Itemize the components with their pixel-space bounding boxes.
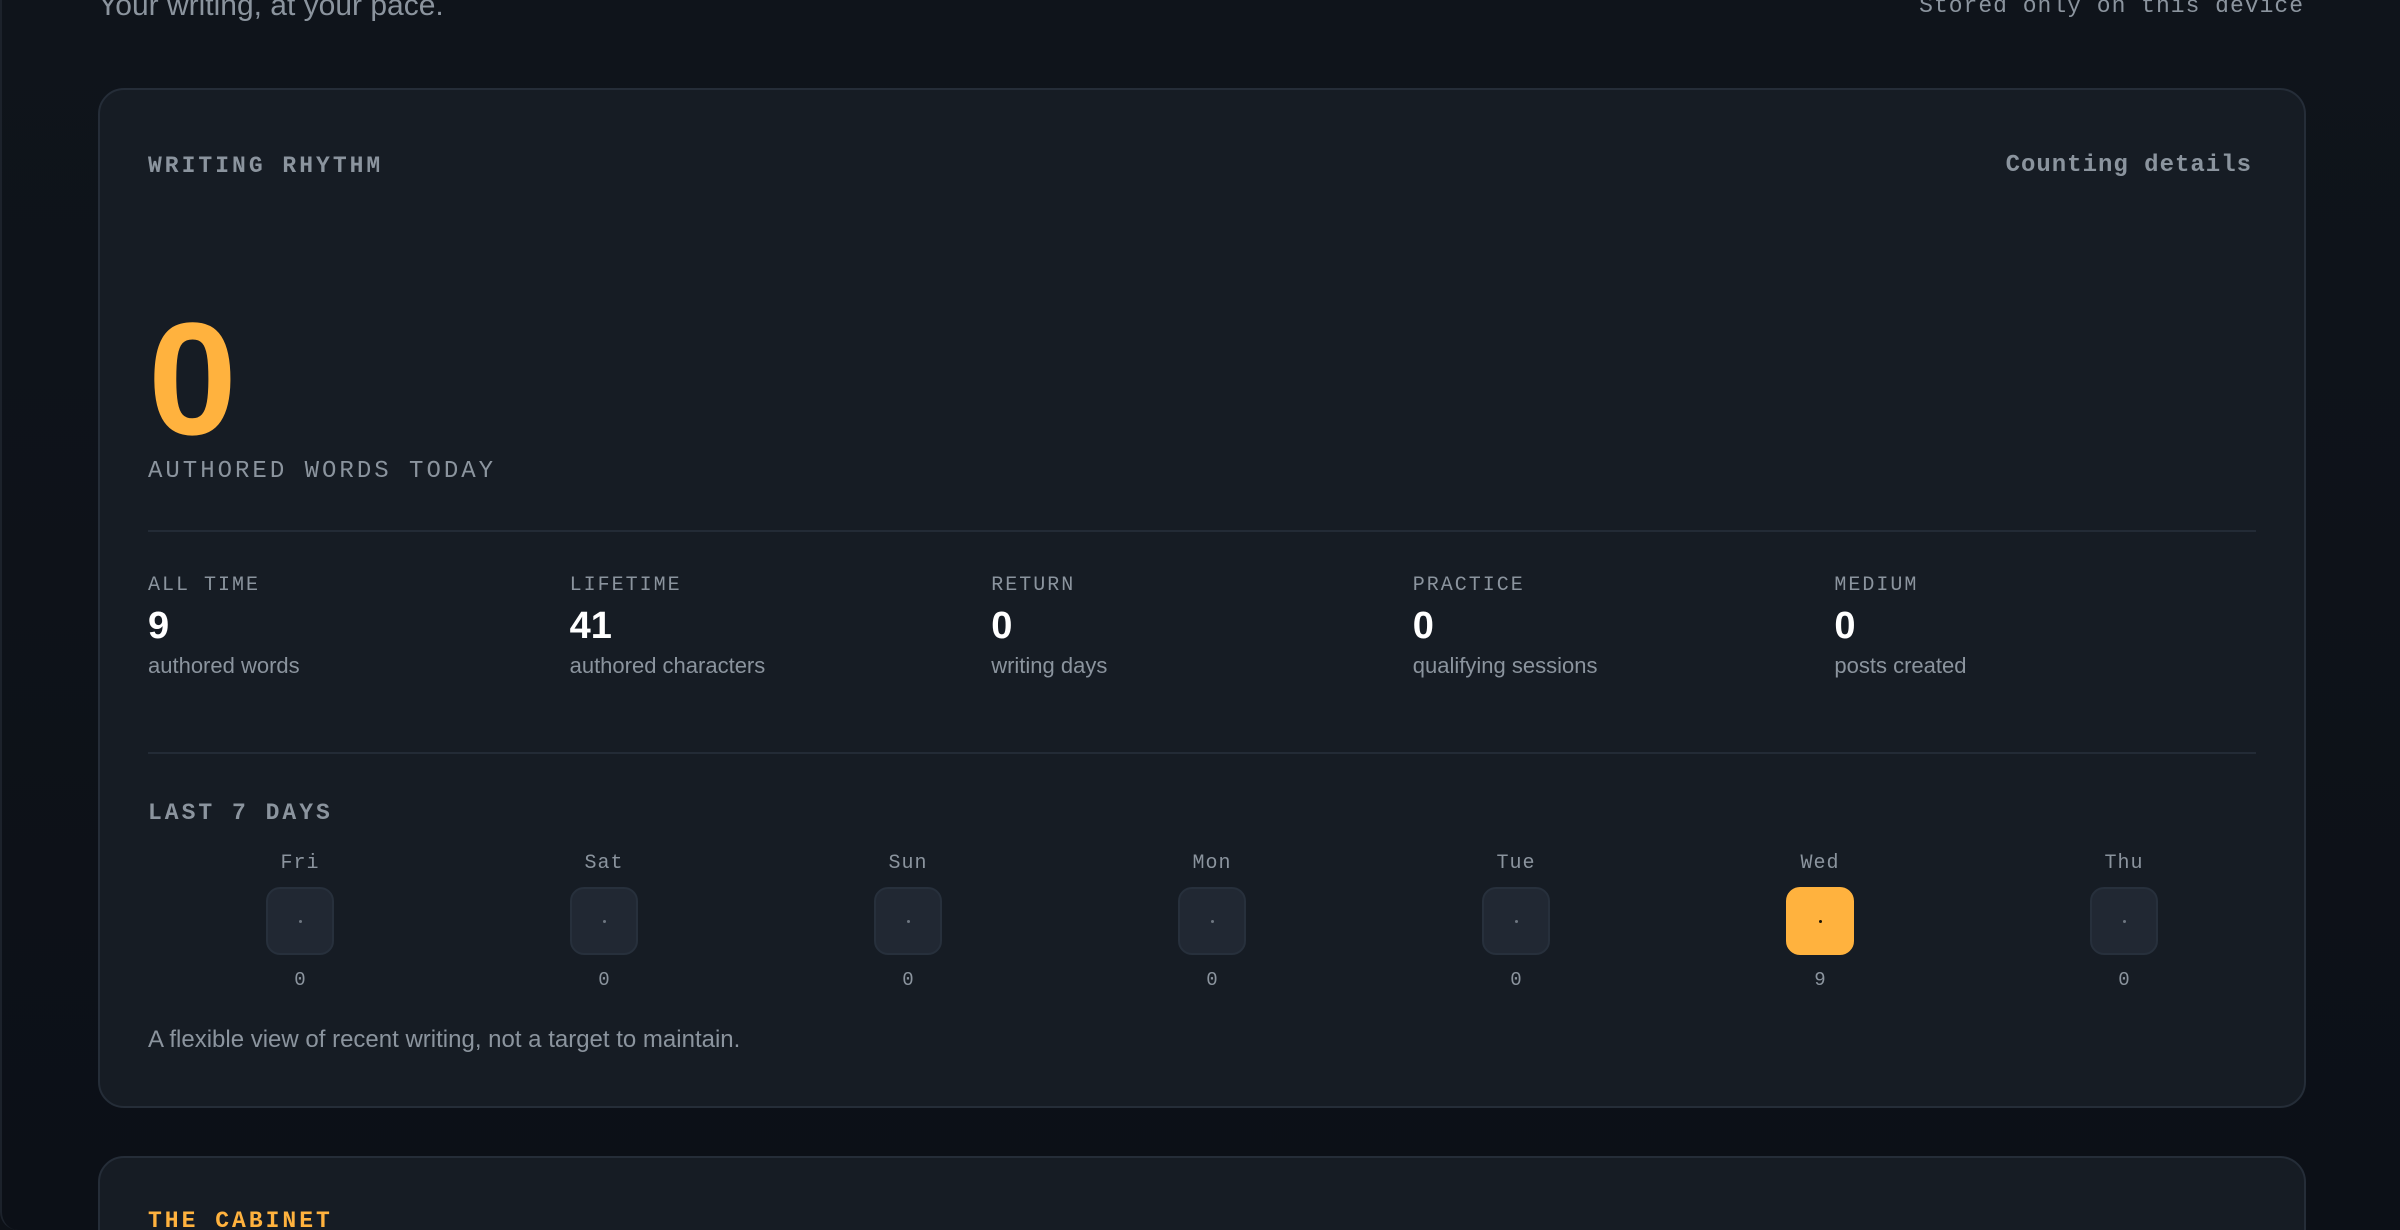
day-name: Wed xyxy=(1800,852,1840,875)
today-words-value: 0 xyxy=(148,289,237,468)
app-frame: Your writing, at your pace. Stored only … xyxy=(0,0,2400,1230)
counting-details-link[interactable]: Counting details xyxy=(2006,152,2252,179)
dot-icon xyxy=(602,919,606,923)
today-words: 0 AUTHORED WORDS TODAY xyxy=(148,289,497,486)
day-cell xyxy=(2090,887,2158,955)
section-title-writing-rhythm: WRITING RHYTHM xyxy=(148,152,384,179)
dot-icon xyxy=(1514,919,1518,923)
day-name: Sun xyxy=(888,852,928,875)
day-column: Sun 0 xyxy=(756,852,1060,991)
stats-row: ALL TIME 9 authored words LIFETIME 41 au… xyxy=(148,574,2256,679)
day-name: Mon xyxy=(1192,852,1232,875)
stat-label: MEDIUM xyxy=(1834,574,1919,597)
stat-unit: authored words xyxy=(148,653,300,678)
stat-label: LIFETIME xyxy=(569,574,682,597)
divider xyxy=(148,530,2256,532)
divider xyxy=(148,752,2256,754)
stat-unit: posts created xyxy=(1834,653,1967,678)
stat-unit: writing days xyxy=(991,653,1108,678)
day-column: Thu 0 xyxy=(1972,852,2276,991)
day-name: Fri xyxy=(280,852,320,875)
tagline: Your writing, at your pace. xyxy=(98,0,444,22)
stat-value: 0 xyxy=(991,605,1013,647)
stat-label: PRACTICE xyxy=(1412,574,1525,597)
day-count: 0 xyxy=(902,969,914,991)
day-cell-active xyxy=(1786,887,1854,955)
stat-value: 0 xyxy=(1834,605,1856,647)
stat-value: 9 xyxy=(148,605,170,647)
dot-icon xyxy=(1818,919,1822,923)
day-column: Mon 0 xyxy=(1060,852,1364,991)
day-count: 0 xyxy=(1206,969,1218,991)
day-count: 0 xyxy=(2118,969,2130,991)
stat-unit: authored characters xyxy=(569,653,766,678)
dot-icon xyxy=(2122,919,2126,923)
day-column: Tue 0 xyxy=(1364,852,1668,991)
day-cell xyxy=(1482,887,1550,955)
day-name: Sat xyxy=(584,852,624,875)
today-words-label: AUTHORED WORDS TODAY xyxy=(148,458,497,485)
writing-rhythm-card: WRITING RHYTHM Counting details 0 AUTHOR… xyxy=(98,88,2306,1108)
stat-all-time: ALL TIME 9 authored words xyxy=(148,574,570,679)
section-title-last-7-days: LAST 7 DAYS xyxy=(148,800,333,826)
stat-value: 41 xyxy=(569,605,612,647)
day-count: 0 xyxy=(1510,969,1522,991)
day-cell xyxy=(874,887,942,955)
stat-label: RETURN xyxy=(991,574,1076,597)
week-footnote: A flexible view of recent writing, not a… xyxy=(148,1026,741,1053)
day-count: 0 xyxy=(294,969,306,991)
cabinet-card: THE CABINET xyxy=(98,1156,2306,1230)
storage-note: Stored only on this device xyxy=(1919,0,2304,19)
dot-icon xyxy=(906,919,910,923)
section-title-cabinet: THE CABINET xyxy=(148,1208,333,1230)
card-header: WRITING RHYTHM Counting details xyxy=(148,152,2252,179)
stat-label: ALL TIME xyxy=(148,574,261,597)
stat-lifetime: LIFETIME 41 authored characters xyxy=(570,574,992,679)
day-cell xyxy=(1178,887,1246,955)
dot-icon xyxy=(1210,919,1214,923)
day-name: Thu xyxy=(2104,852,2144,875)
stat-practice: PRACTICE 0 qualifying sessions xyxy=(1413,574,1835,679)
page-header: Your writing, at your pace. Stored only … xyxy=(98,0,2304,26)
day-column: Sat 0 xyxy=(452,852,756,991)
day-count: 9 xyxy=(1814,969,1826,991)
dot-icon xyxy=(298,919,302,923)
stat-value: 0 xyxy=(1412,605,1434,647)
day-cell xyxy=(266,887,334,955)
day-column: Wed 9 xyxy=(1668,852,1972,991)
stat-medium: MEDIUM 0 posts created xyxy=(1834,574,2256,679)
day-cell xyxy=(570,887,638,955)
day-count: 0 xyxy=(598,969,610,991)
stat-unit: qualifying sessions xyxy=(1412,653,1598,678)
day-column: Fri 0 xyxy=(148,852,452,991)
week-strip: Fri 0 Sat 0 Sun 0 Mon 0 Tue 0 Wed 9 Thu … xyxy=(148,852,2276,991)
stat-return: RETURN 0 writing days xyxy=(991,574,1413,679)
day-name: Tue xyxy=(1496,852,1536,875)
